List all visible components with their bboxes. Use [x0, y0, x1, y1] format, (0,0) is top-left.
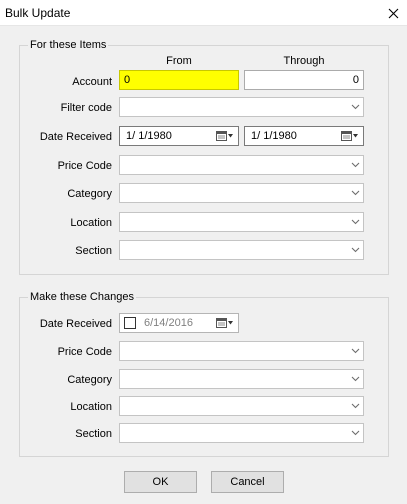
account-from-field[interactable]: 0: [119, 70, 239, 90]
window-title: Bulk Update: [5, 6, 71, 20]
change-price-code-label: Price Code: [57, 346, 112, 358]
change-category-select[interactable]: [119, 369, 364, 389]
chevron-down-icon: [347, 156, 363, 174]
changes-group-legend: Make these Changes: [28, 290, 136, 304]
change-section-select[interactable]: [119, 423, 364, 443]
chevron-down-icon: [347, 184, 363, 202]
date-through-value: 1/ 1/1980: [251, 130, 297, 142]
change-location-select[interactable]: [119, 396, 364, 416]
change-date-value: 6/14/2016: [144, 317, 193, 329]
price-code-select[interactable]: [119, 155, 364, 175]
cancel-button[interactable]: Cancel: [211, 471, 284, 493]
section-select[interactable]: [119, 240, 364, 260]
price-code-label: Price Code: [57, 160, 112, 172]
change-category-label: Category: [67, 374, 112, 386]
change-date-received-label: Date Received: [39, 318, 112, 330]
checkbox-icon[interactable]: [124, 317, 136, 329]
date-from-picker[interactable]: 1/ 1/1980: [119, 126, 239, 146]
through-header: Through: [283, 55, 325, 67]
calendar-icon[interactable]: [216, 130, 234, 142]
chevron-down-icon: [347, 370, 363, 388]
calendar-icon[interactable]: [216, 317, 234, 329]
account-label: Account: [72, 76, 112, 88]
date-through-picker[interactable]: 1/ 1/1980: [244, 126, 364, 146]
change-price-code-select[interactable]: [119, 341, 364, 361]
chevron-down-icon: [347, 241, 363, 259]
chevron-down-icon: [347, 397, 363, 415]
category-select[interactable]: [119, 183, 364, 203]
title-bar: Bulk Update: [0, 0, 407, 26]
change-section-label: Section: [75, 428, 112, 440]
section-label: Section: [75, 245, 112, 257]
change-date-picker[interactable]: 6/14/2016: [119, 313, 239, 333]
location-select[interactable]: [119, 212, 364, 232]
close-button[interactable]: [379, 0, 407, 26]
change-location-label: Location: [70, 401, 112, 413]
calendar-icon[interactable]: [341, 130, 359, 142]
date-received-label: Date Received: [39, 131, 112, 143]
location-label: Location: [70, 217, 112, 229]
from-header: From: [166, 55, 192, 67]
date-from-value: 1/ 1/1980: [126, 130, 172, 142]
filter-code-label: Filter code: [60, 102, 112, 114]
filter-code-select[interactable]: [119, 97, 364, 117]
ok-button[interactable]: OK: [124, 471, 197, 493]
chevron-down-icon: [347, 424, 363, 442]
chevron-down-icon: [347, 98, 363, 116]
chevron-down-icon: [347, 342, 363, 360]
close-icon: [388, 8, 398, 18]
chevron-down-icon: [347, 213, 363, 231]
items-group-legend: For these Items: [28, 38, 109, 52]
category-label: Category: [67, 188, 112, 200]
account-through-field[interactable]: 0: [244, 70, 364, 90]
